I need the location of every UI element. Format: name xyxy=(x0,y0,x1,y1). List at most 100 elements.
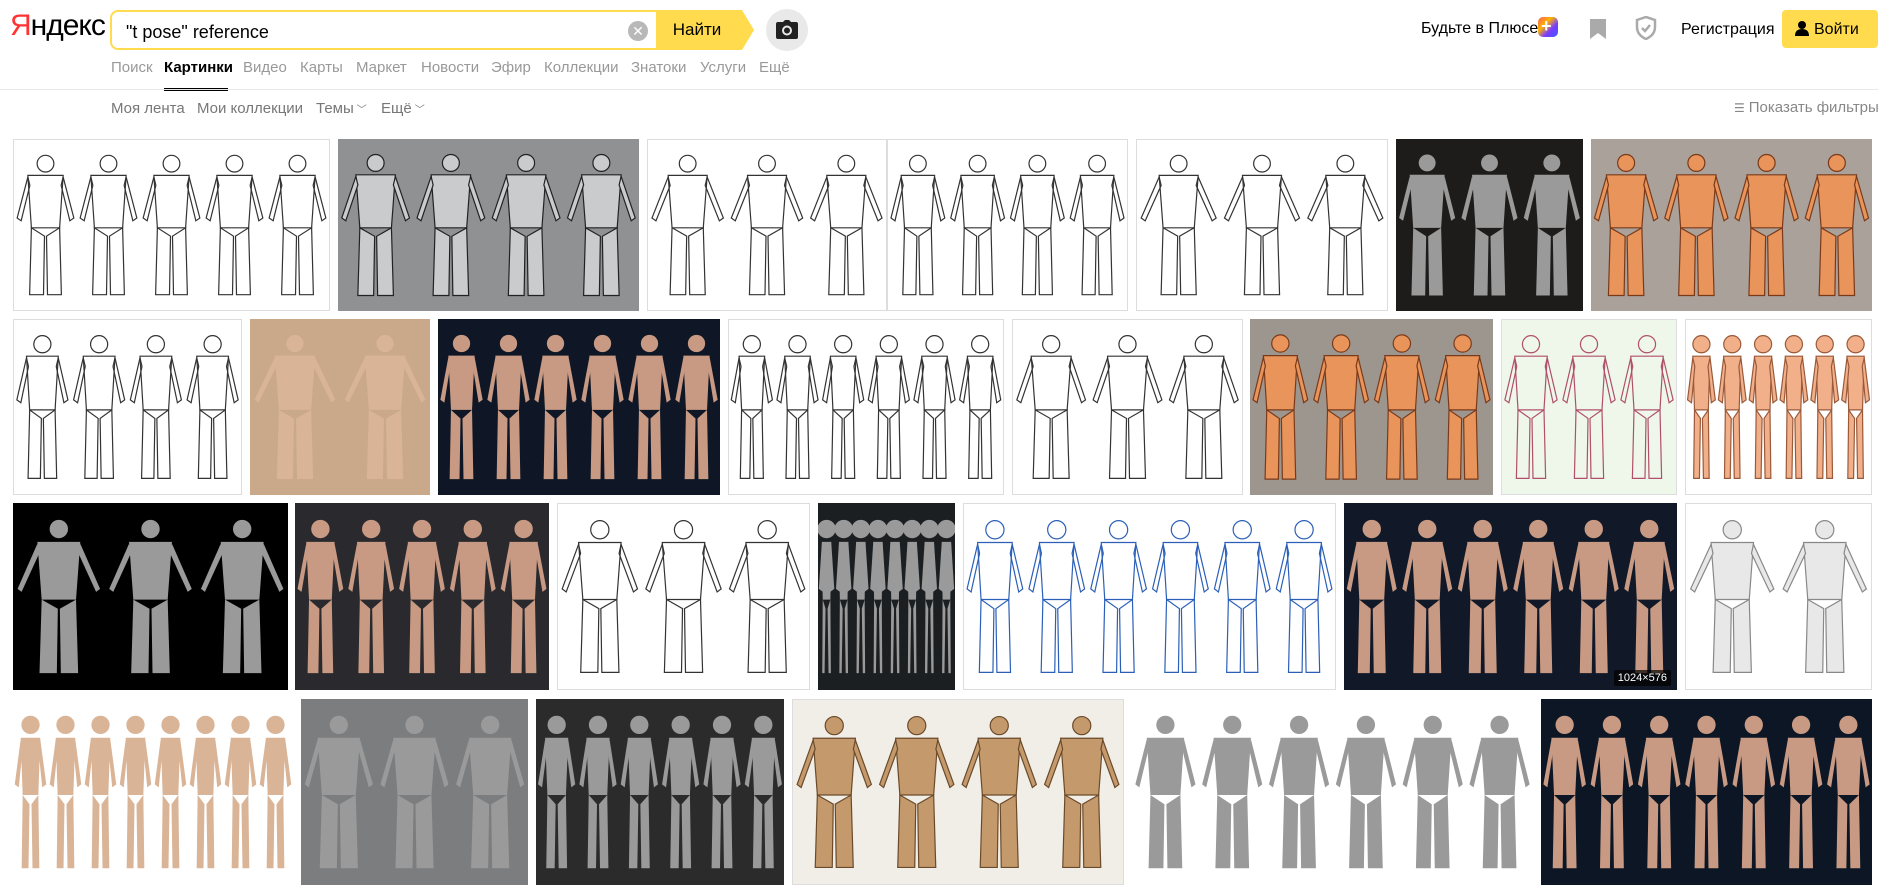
figure-shape xyxy=(645,520,722,673)
plus-icon[interactable]: + xyxy=(1538,16,1558,37)
result-image[interactable] xyxy=(536,699,784,885)
result-image[interactable] xyxy=(338,139,639,311)
result-image[interactable] xyxy=(818,503,955,690)
figure-shape xyxy=(1016,335,1087,479)
result-image[interactable] xyxy=(557,503,810,690)
figure-illustration xyxy=(1543,715,1870,869)
result-image[interactable] xyxy=(438,319,720,495)
chevron-down-icon: ﹀ xyxy=(414,105,425,116)
figure-illustration xyxy=(818,519,955,674)
header-divider xyxy=(0,89,1878,90)
yandex-logo[interactable]: Яндекс xyxy=(10,9,106,43)
tab-market[interactable]: Маркет xyxy=(356,59,407,76)
figure-shape xyxy=(84,715,117,869)
result-image[interactable] xyxy=(647,139,887,311)
result-image[interactable] xyxy=(1685,319,1872,495)
figure-shape xyxy=(416,153,486,297)
result-image[interactable] xyxy=(1136,139,1388,311)
camera-icon xyxy=(776,20,798,39)
figure-illustration xyxy=(1593,153,1870,297)
tab-search[interactable]: Поиск xyxy=(111,59,153,76)
result-image[interactable] xyxy=(301,699,528,885)
figure-shape xyxy=(651,154,725,296)
search-input[interactable] xyxy=(124,20,608,44)
figure-shape xyxy=(1092,335,1163,479)
figure-shape xyxy=(851,519,871,674)
figure-shape xyxy=(399,519,445,674)
result-image[interactable] xyxy=(13,699,293,885)
result-image[interactable] xyxy=(728,319,1004,495)
tab-images[interactable]: Картинки xyxy=(164,59,233,76)
tab-maps[interactable]: Карты xyxy=(300,59,343,76)
result-image[interactable] xyxy=(1541,699,1872,885)
figure-shape xyxy=(1168,335,1239,479)
result-image[interactable] xyxy=(295,503,549,690)
result-image[interactable] xyxy=(792,699,1124,885)
figure-illustration xyxy=(16,154,327,296)
filter-icon: ☰ xyxy=(1734,101,1745,115)
my-feed-link[interactable]: Моя лента xyxy=(111,100,185,117)
figure-illustration xyxy=(341,153,636,297)
figure-shape xyxy=(1827,715,1870,869)
figure-shape xyxy=(1504,335,1558,479)
themes-dropdown[interactable]: Темы ﹀ xyxy=(316,100,367,117)
figure-shape xyxy=(890,154,946,296)
result-image[interactable] xyxy=(1396,139,1583,311)
figure-illustration xyxy=(297,519,547,674)
search-button[interactable]: Найти xyxy=(656,10,742,50)
tab-collections[interactable]: Коллекции xyxy=(544,59,619,76)
image-search-camera-button[interactable] xyxy=(766,9,808,51)
result-image[interactable] xyxy=(1501,319,1677,495)
figure-shape xyxy=(728,520,806,673)
result-image[interactable] xyxy=(13,139,330,311)
figure-shape xyxy=(1734,153,1799,297)
tab-znatoki[interactable]: Знатоки xyxy=(631,59,686,76)
login-button[interactable]: Войти xyxy=(1782,10,1878,48)
result-image[interactable] xyxy=(1132,699,1533,885)
result-image[interactable] xyxy=(13,319,242,495)
result-image[interactable] xyxy=(1250,319,1493,495)
tab-video[interactable]: Видео xyxy=(243,59,287,76)
result-image[interactable] xyxy=(887,139,1128,311)
figure-shape xyxy=(200,519,284,674)
result-image[interactable]: 1024×576 xyxy=(1344,503,1677,690)
figure-illustration xyxy=(254,334,426,480)
plus-promo-link[interactable]: Будьте в Плюсе xyxy=(1421,20,1538,38)
result-image[interactable] xyxy=(963,503,1336,690)
figure-illustration xyxy=(538,715,782,869)
figure-shape xyxy=(1140,154,1217,296)
clear-search-icon[interactable]: ✕ xyxy=(628,21,648,41)
figure-shape xyxy=(1434,334,1491,480)
bookmark-icon[interactable] xyxy=(1589,18,1607,40)
figure-shape xyxy=(1043,715,1120,869)
show-filters-button[interactable]: ☰ Показать фильтры xyxy=(1734,99,1878,116)
figure-shape xyxy=(119,715,152,869)
result-image[interactable] xyxy=(250,319,430,495)
figure-illustration xyxy=(1140,154,1384,296)
my-collections-link[interactable]: Мои коллекции xyxy=(197,100,303,117)
figure-illustration xyxy=(1399,154,1580,296)
figure-shape xyxy=(1590,715,1634,869)
tab-more[interactable]: Ещё xyxy=(759,59,790,76)
register-link[interactable]: Регистрация xyxy=(1681,21,1775,39)
tab-news[interactable]: Новости xyxy=(421,59,479,76)
tab-services[interactable]: Услуги xyxy=(700,59,746,76)
figure-shape xyxy=(834,519,853,674)
figure-illustration xyxy=(1016,335,1239,479)
more-dropdown[interactable]: Ещё ﹀ xyxy=(381,100,425,117)
figure-shape xyxy=(1469,715,1530,869)
result-image[interactable] xyxy=(1591,139,1872,311)
figure-illustration xyxy=(651,154,883,296)
result-image[interactable] xyxy=(13,503,288,690)
figure-shape xyxy=(620,715,658,869)
figure-shape xyxy=(297,519,344,674)
result-image[interactable] xyxy=(1685,503,1872,690)
figure-shape xyxy=(867,335,911,479)
tab-efir[interactable]: Эфир xyxy=(491,59,531,76)
figure-shape xyxy=(449,519,496,674)
figure-shape xyxy=(961,715,1038,869)
result-image[interactable] xyxy=(1012,319,1243,495)
shield-icon[interactable] xyxy=(1635,16,1657,40)
figure-shape xyxy=(341,153,411,297)
figure-shape xyxy=(1223,154,1301,296)
